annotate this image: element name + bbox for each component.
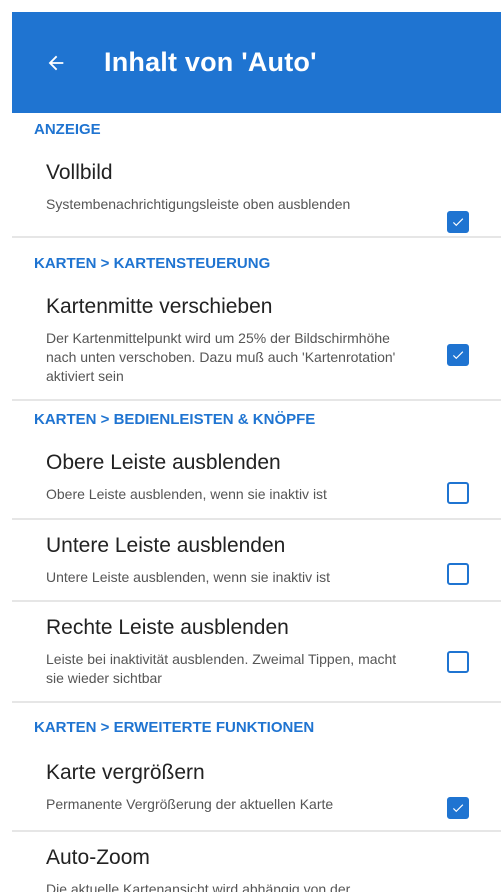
- settings-list[interactable]: ANZEIGE Vollbild Systembenachrichtigungs…: [12, 113, 501, 892]
- checkbox-checked[interactable]: [447, 344, 469, 366]
- section-header-anzeige: ANZEIGE: [12, 113, 501, 147]
- setting-item-auto-zoom[interactable]: Auto-Zoom Die aktuelle Kartenansicht wir…: [12, 832, 501, 892]
- check-icon: [452, 804, 464, 813]
- checkbox-unchecked[interactable]: [447, 651, 469, 673]
- checkbox-unchecked[interactable]: [447, 482, 469, 504]
- setting-title: Rechte Leiste ausblenden: [46, 616, 289, 639]
- setting-item-kartenmitte[interactable]: Kartenmitte verschieben Der Kartenmittel…: [12, 281, 501, 401]
- setting-title: Auto-Zoom: [46, 846, 150, 869]
- checkbox-checked[interactable]: [447, 797, 469, 819]
- setting-title: Obere Leiste ausblenden: [46, 451, 281, 474]
- setting-subtitle: Die aktuelle Kartenansicht wird abhängig…: [46, 881, 351, 892]
- section-header-kartensteuerung: KARTEN > KARTENSTEUERUNG: [12, 247, 501, 281]
- setting-title: Vollbild: [46, 161, 113, 184]
- check-icon: [452, 351, 464, 360]
- setting-subtitle: Untere Leiste ausblenden, wenn sie inakt…: [46, 569, 331, 585]
- setting-subtitle: Der Kartenmittelpunkt wird um 25% der Bi…: [46, 330, 396, 384]
- arrow-left-icon: [48, 55, 64, 70]
- app-bar: Inhalt von 'Auto': [12, 12, 501, 113]
- setting-title: Karte vergrößern: [46, 761, 205, 784]
- setting-subtitle: Systembenachrichtigungsleiste oben ausbl…: [46, 196, 351, 212]
- setting-item-obere-leiste[interactable]: Obere Leiste ausblenden Obere Leiste aus…: [12, 437, 501, 520]
- setting-title: Untere Leiste ausblenden: [46, 534, 286, 557]
- setting-subtitle: Leiste bei inaktivität ausblenden. Zweim…: [46, 651, 397, 686]
- setting-item-untere-leiste[interactable]: Untere Leiste ausblenden Untere Leiste a…: [12, 520, 501, 602]
- page-title: Inhalt von 'Auto': [104, 47, 317, 77]
- setting-item-rechte-leiste[interactable]: Rechte Leiste ausblenden Leiste bei inak…: [12, 602, 501, 703]
- section-header-bedienleisten: KARTEN > BEDIENLEISTEN & KNÖPFE: [12, 403, 501, 437]
- setting-subtitle: Permanente Vergrößerung der aktuellen Ka…: [46, 796, 334, 812]
- setting-title: Kartenmitte verschieben: [46, 295, 273, 318]
- checkbox-unchecked[interactable]: [447, 563, 469, 585]
- checkbox-checked[interactable]: [447, 211, 469, 233]
- setting-item-karte-vergroessern[interactable]: Karte vergrößern Permanente Vergrößerung…: [12, 745, 501, 832]
- setting-item-vollbild[interactable]: Vollbild Systembenachrichtigungsleiste o…: [12, 147, 501, 238]
- section-header-erweiterte-funktionen: KARTEN > ERWEITERTE FUNKTIONEN: [12, 711, 501, 745]
- back-button[interactable]: [36, 43, 76, 83]
- setting-subtitle: Obere Leiste ausblenden, wenn sie inakti…: [46, 486, 327, 502]
- check-icon: [452, 218, 464, 227]
